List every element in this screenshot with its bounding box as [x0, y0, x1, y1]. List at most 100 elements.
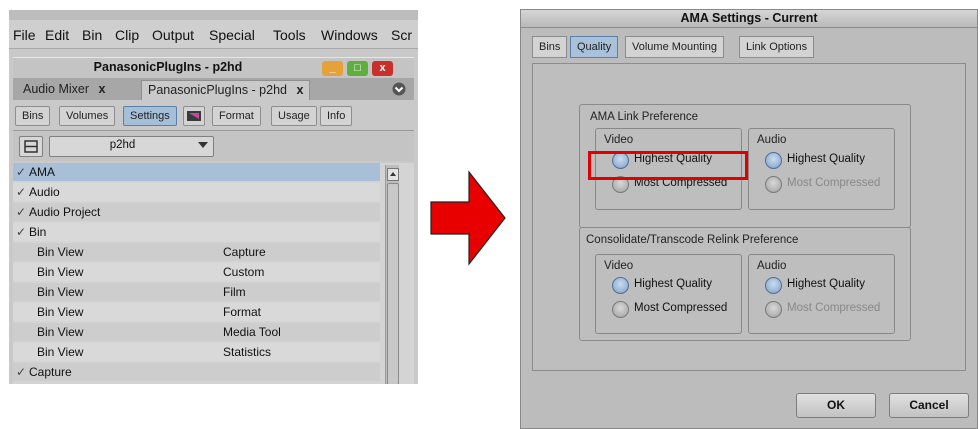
menu-file[interactable]: File — [13, 27, 36, 43]
highlight-box — [588, 151, 748, 180]
row-check — [16, 243, 26, 261]
settings-row[interactable]: Bin View Media Tool — [13, 323, 380, 341]
settings-row[interactable]: Bin View Statistics — [13, 343, 380, 361]
setting-name: Audio — [29, 185, 60, 199]
audio-most-compressed-radio[interactable] — [765, 176, 782, 193]
settings-row[interactable]: ✓ AMA — [13, 163, 380, 181]
minimize-button[interactable]: _ — [322, 61, 343, 76]
tab-bins[interactable]: Bins — [15, 106, 51, 126]
menu-clip[interactable]: Clip — [115, 27, 139, 43]
row-check: ✓ — [16, 363, 26, 381]
project-title-bar[interactable]: PanasonicPlugIns - p2hd _ □ x — [13, 57, 414, 78]
setting-name: Bin View — [37, 345, 84, 359]
settings-row[interactable]: ✓ Audio — [13, 183, 380, 201]
radio-label: Highest Quality — [787, 153, 865, 165]
relink-preference-group: Consolidate/Transcode Relink Preference … — [579, 227, 911, 341]
tab-link-options[interactable]: Link Options — [739, 36, 815, 58]
row-check: ✓ — [16, 163, 26, 181]
settings-dropdown[interactable]: p2hd — [49, 136, 214, 157]
settings-row[interactable]: ✓ Capture — [13, 363, 380, 381]
list-view-icon — [24, 140, 38, 153]
setting-name: Bin View — [37, 285, 84, 299]
tab-volumes[interactable]: Volumes — [59, 106, 116, 126]
settings-row[interactable]: Bin View Film — [13, 283, 380, 301]
audio-most-compressed-radio[interactable] — [765, 301, 782, 318]
tab-settings[interactable]: Settings — [123, 106, 177, 126]
close-button[interactable]: x — [372, 61, 393, 76]
settings-row[interactable]: Bin View Capture — [13, 243, 380, 261]
setting-name: Capture — [29, 365, 72, 379]
view-toggle-button[interactable] — [19, 136, 43, 157]
settings-row[interactable]: Bin View Custom — [13, 263, 380, 281]
setting-value: Film — [223, 285, 246, 299]
tab-label: Audio Mixer — [23, 82, 89, 96]
dialog-title[interactable]: AMA Settings - Current — [521, 10, 977, 28]
row-check — [16, 303, 26, 321]
audio-highest-quality-radio[interactable] — [765, 152, 782, 169]
ama-settings-dialog: AMA Settings - Current Bins Quality Volu… — [520, 9, 978, 429]
tab-format[interactable]: Format — [212, 106, 261, 126]
settings-toolbar: p2hd — [13, 131, 414, 161]
settings-row[interactable]: Bin View Format — [13, 303, 380, 321]
window-tab-bar: Audio Mixer x PanasonicPlugIns - p2hd x — [13, 78, 414, 100]
settings-row[interactable]: ✓ Bin — [13, 223, 380, 241]
close-icon[interactable]: x — [98, 82, 105, 96]
cancel-button[interactable]: Cancel — [889, 393, 969, 418]
setting-value: Format — [223, 305, 262, 319]
setting-name: Bin View — [37, 325, 84, 339]
setting-name: Bin View — [37, 265, 84, 279]
audio-subgroup: Audio Highest Quality Most Compressed — [748, 254, 895, 334]
settings-list: ✓ AMA ✓ Audio ✓ Audio Project ✓ Bin Bin View Capt… — [13, 163, 414, 384]
tab-color-icon[interactable] — [183, 106, 205, 126]
checkmark-icon: ✓ — [16, 165, 27, 179]
arrow-up-icon — [390, 172, 396, 176]
menu-edit[interactable]: Edit — [45, 27, 69, 43]
menu-bin[interactable]: Bin — [82, 27, 102, 43]
radio-label: Most Compressed — [787, 302, 881, 314]
maximize-button[interactable]: □ — [347, 61, 368, 76]
group-title: Consolidate/Transcode Relink Preference — [586, 234, 799, 246]
checkmark-icon: ✓ — [16, 225, 27, 239]
video-subgroup: Video Highest Quality Most Compressed — [595, 254, 742, 334]
tab-label: PanasonicPlugIns - p2hd — [148, 83, 287, 97]
video-most-compressed-radio[interactable] — [612, 301, 629, 318]
setting-value: Custom — [223, 265, 265, 279]
transition-arrow-icon — [430, 170, 506, 266]
row-check: ✓ — [16, 183, 26, 201]
row-check: ✓ — [16, 223, 26, 241]
tab-audio-mixer[interactable]: Audio Mixer x — [17, 80, 111, 99]
menu-tools[interactable]: Tools — [273, 27, 306, 43]
dropdown-value: p2hd — [109, 139, 136, 151]
setting-value: Statistics — [223, 345, 272, 359]
tab-volume-mounting[interactable]: Volume Mounting — [625, 36, 724, 58]
row-check: ✓ — [16, 203, 26, 221]
video-label: Video — [604, 134, 634, 146]
row-check — [16, 323, 26, 341]
tab-panasonic-plugins[interactable]: PanasonicPlugIns - p2hd x — [141, 80, 311, 100]
menu-windows[interactable]: Windows — [321, 27, 378, 43]
radio-label: Highest Quality — [634, 278, 712, 290]
scroll-thumb[interactable] — [387, 183, 399, 384]
audio-highest-quality-radio[interactable] — [765, 277, 782, 294]
menu-script[interactable]: Scr — [391, 27, 412, 43]
vertical-scrollbar[interactable] — [385, 165, 399, 384]
tab-bins[interactable]: Bins — [532, 36, 568, 58]
circle-chevron-icon[interactable] — [392, 82, 406, 96]
tab-info[interactable]: Info — [320, 106, 353, 126]
settings-row[interactable]: ✓ Audio Project — [13, 203, 380, 221]
menu-bar: File Edit Bin Clip Output Special Tools … — [9, 10, 418, 49]
close-icon[interactable]: x — [296, 83, 303, 97]
radio-label: Most Compressed — [634, 302, 728, 314]
group-title: AMA Link Preference — [590, 111, 699, 123]
checkmark-icon: ✓ — [16, 205, 27, 219]
setting-name: Audio Project — [29, 205, 101, 219]
tab-usage[interactable]: Usage — [271, 106, 317, 126]
tab-quality[interactable]: Quality — [570, 36, 619, 58]
menu-output[interactable]: Output — [152, 27, 194, 43]
ok-button[interactable]: OK — [796, 393, 876, 418]
scroll-up-button[interactable] — [387, 168, 399, 181]
project-title: PanasonicPlugIns - p2hd — [93, 60, 243, 74]
menu-special[interactable]: Special — [209, 27, 255, 43]
video-highest-quality-radio[interactable] — [612, 277, 629, 294]
quality-panel: AMA Link Preference Video Highest Qualit… — [532, 63, 966, 371]
